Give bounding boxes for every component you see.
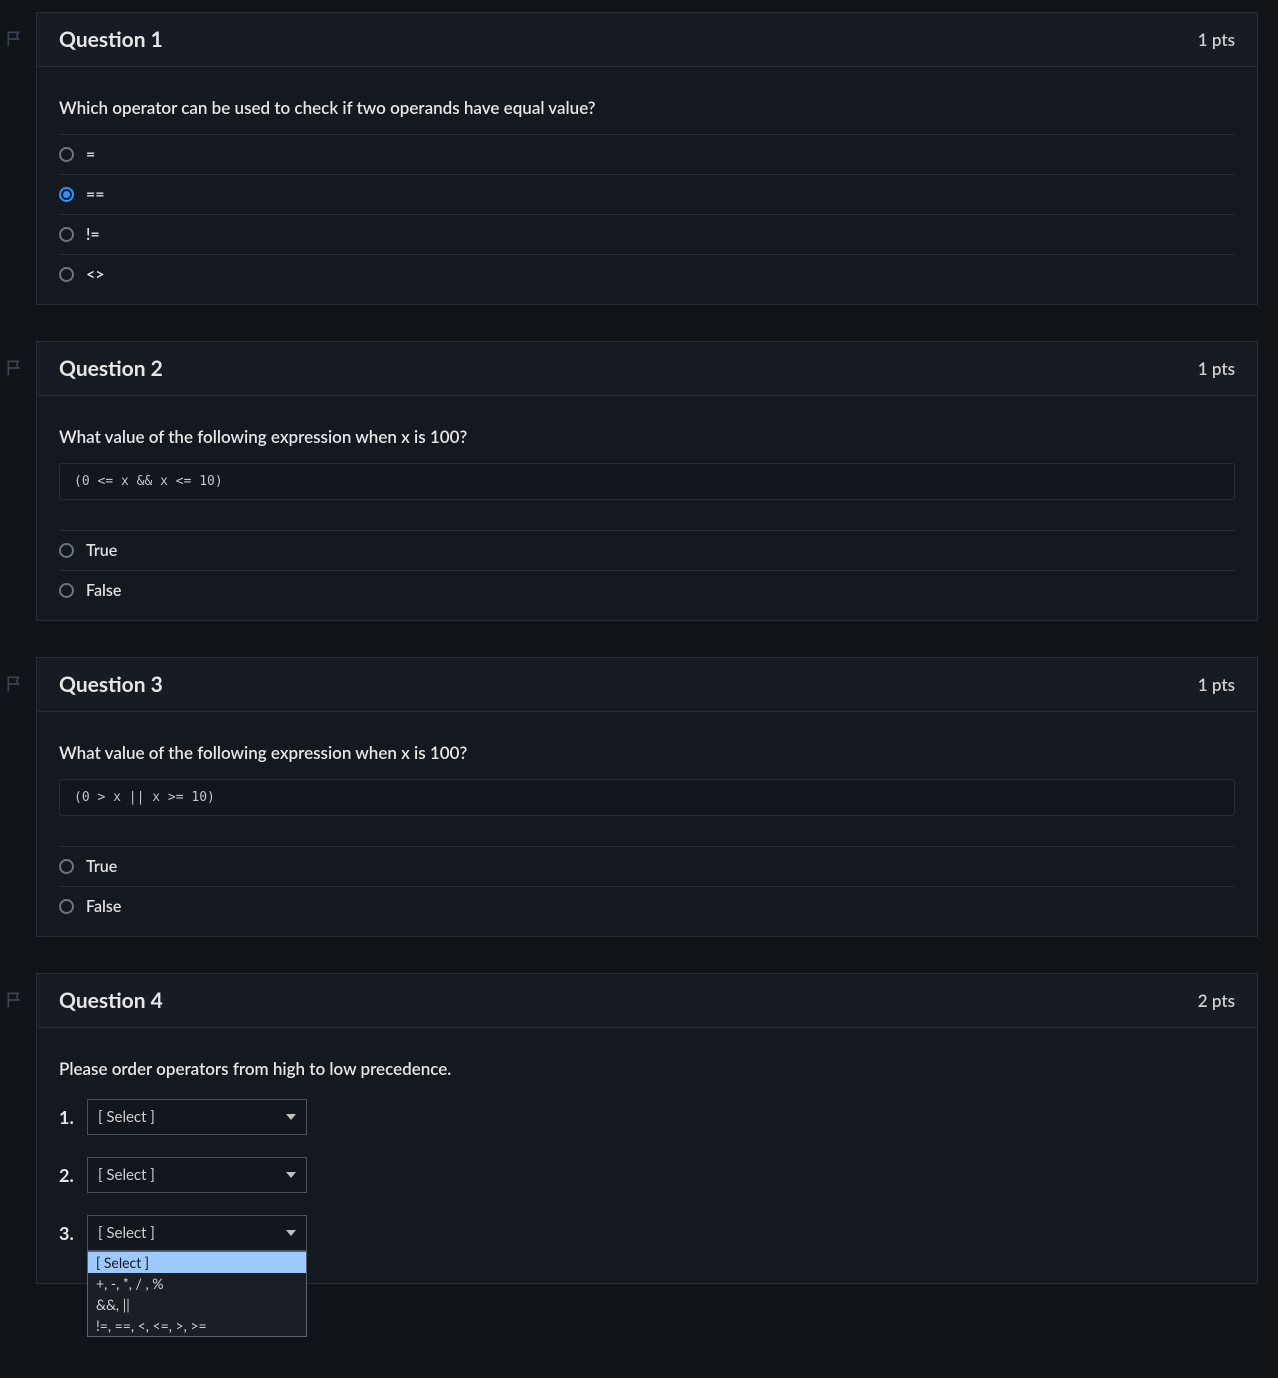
question-prompt: Please order operators from high to low … <box>59 1058 1235 1079</box>
question-points: 1 pts <box>1198 29 1235 50</box>
answer-label: True <box>86 541 117 560</box>
select-box[interactable]: [ Select ] <box>87 1099 307 1135</box>
question-3: Question 3 1 pts What value of the followi… <box>36 657 1258 937</box>
dropdown-option[interactable]: !=, ==, <, <=, >, >= <box>88 1315 306 1336</box>
code-block: (0 > x || x >= 10) <box>59 779 1235 816</box>
answer-option[interactable]: True <box>59 531 1235 571</box>
question-title: Question 1 <box>59 27 163 52</box>
question-body: What value of the following expression w… <box>37 396 1257 620</box>
select-wrap: [ Select ] <box>87 1157 307 1193</box>
order-number: 2. <box>59 1164 77 1186</box>
radio-button[interactable] <box>59 859 74 874</box>
select-box[interactable]: [ Select ] <box>87 1157 307 1193</box>
order-number: 1. <box>59 1106 77 1128</box>
dropdown-option[interactable]: +, -, *, / , % <box>88 1273 306 1294</box>
answer-label: True <box>86 857 117 876</box>
answer-label: <> <box>86 265 105 284</box>
question-4: Question 4 2 pts Please order operators … <box>36 973 1258 1284</box>
answer-label: == <box>86 185 105 204</box>
flag-icon[interactable] <box>5 674 25 694</box>
answer-option[interactable]: True <box>59 847 1235 887</box>
select-box[interactable]: [ Select ] <box>87 1215 307 1251</box>
answer-label: = <box>86 145 95 164</box>
question-body: Which operator can be used to check if t… <box>37 67 1257 304</box>
question-prompt: Which operator can be used to check if t… <box>59 97 1235 118</box>
answer-option[interactable]: False <box>59 887 1235 926</box>
question-body: Please order operators from high to low … <box>37 1028 1257 1283</box>
order-row: 2. [ Select ] <box>59 1157 1235 1193</box>
question-prompt: What value of the following expression w… <box>59 426 1235 447</box>
answer-option[interactable]: != <box>59 215 1235 255</box>
radio-button[interactable] <box>59 267 74 282</box>
question-header: Question 1 1 pts <box>37 13 1257 67</box>
answer-list: True False <box>59 530 1235 610</box>
flag-icon[interactable] <box>5 358 25 378</box>
flag-icon[interactable] <box>5 29 25 49</box>
dropdown-option[interactable]: [ Select ] <box>88 1252 306 1273</box>
order-row: 3. [ Select ][ Select ]+, -, *, / , %&&, … <box>59 1215 1235 1251</box>
answer-label: != <box>86 225 100 244</box>
radio-button[interactable] <box>59 899 74 914</box>
answer-option[interactable]: <> <box>59 255 1235 294</box>
question-2: Question 2 1 pts What value of the followi… <box>36 341 1258 621</box>
question-title: Question 4 <box>59 988 163 1013</box>
radio-button[interactable] <box>59 187 74 202</box>
answer-list: ===!=<> <box>59 134 1235 294</box>
radio-button[interactable] <box>59 227 74 242</box>
question-body: What value of the following expression w… <box>37 712 1257 936</box>
question-1: Question 1 1 pts Which operator can be use… <box>36 12 1258 305</box>
dropdown-option[interactable]: &&, || <box>88 1294 306 1315</box>
answer-option[interactable]: = <box>59 135 1235 175</box>
order-row: 1. [ Select ] <box>59 1099 1235 1135</box>
order-number: 3. <box>59 1222 77 1244</box>
question-points: 2 pts <box>1198 990 1235 1011</box>
question-title: Question 3 <box>59 672 163 697</box>
flag-icon[interactable] <box>5 990 25 1010</box>
radio-button[interactable] <box>59 583 74 598</box>
question-points: 1 pts <box>1198 358 1235 379</box>
question-points: 1 pts <box>1198 674 1235 695</box>
radio-button[interactable] <box>59 543 74 558</box>
question-title: Question 2 <box>59 356 163 381</box>
answer-label: False <box>86 897 121 916</box>
select-wrap: [ Select ][ Select ]+, -, *, / , %&&, ||… <box>87 1215 307 1251</box>
select-wrap: [ Select ] <box>87 1099 307 1135</box>
question-header: Question 4 2 pts <box>37 974 1257 1028</box>
question-header: Question 3 1 pts <box>37 658 1257 712</box>
answer-label: False <box>86 581 121 600</box>
code-block: (0 <= x && x <= 10) <box>59 463 1235 500</box>
answer-list: True False <box>59 846 1235 926</box>
dropdown-menu: [ Select ]+, -, *, / , %&&, ||!=, ==, <,… <box>87 1251 307 1337</box>
question-header: Question 2 1 pts <box>37 342 1257 396</box>
answer-option[interactable]: == <box>59 175 1235 215</box>
question-prompt: What value of the following expression w… <box>59 742 1235 763</box>
radio-button[interactable] <box>59 147 74 162</box>
answer-option[interactable]: False <box>59 571 1235 610</box>
